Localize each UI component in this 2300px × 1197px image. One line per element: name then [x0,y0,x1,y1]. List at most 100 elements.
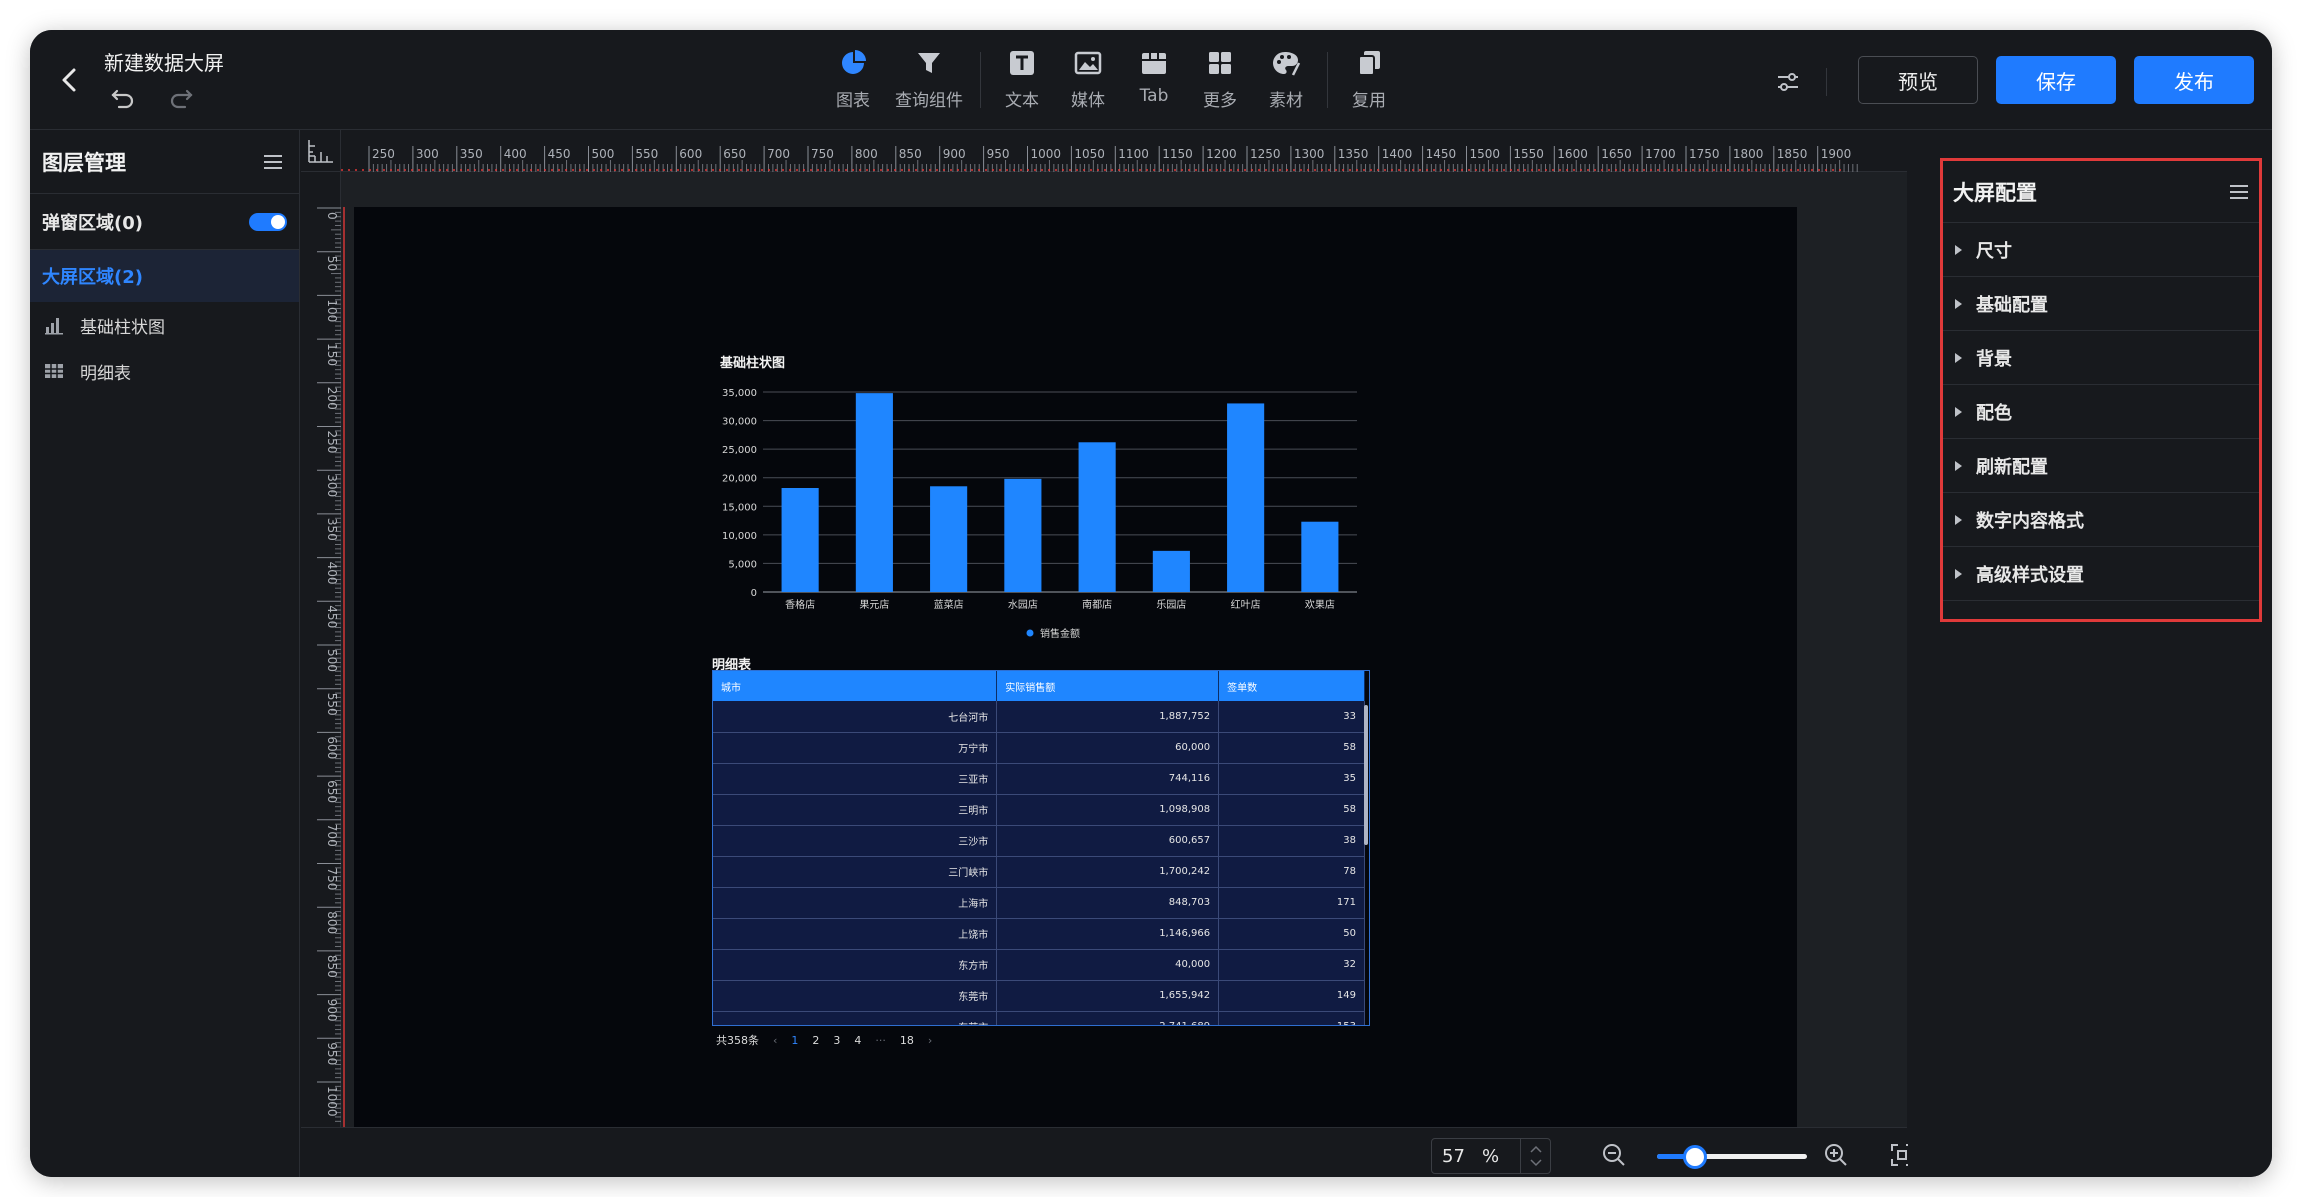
table-row[interactable]: 东莞市 1,655,942 149 [713,980,1365,1012]
ruler-label: 450 [325,605,339,628]
tool-chart[interactable]: 图表 [820,44,886,120]
tool-query[interactable]: 查询组件 [886,44,972,120]
zoom-slider[interactable] [1657,1145,1807,1169]
page-number[interactable]: 3 [833,1034,840,1047]
table-row[interactable]: 东方市 40,000 32 [713,949,1365,981]
publish-button[interactable]: 发布 [2134,56,2254,104]
table-header-row: 城市 实际销售额 签单数 [713,671,1365,701]
y-tick-label: 30,000 [722,417,757,428]
popup-area-toggle[interactable] [249,212,287,231]
table-cell: 78 [1218,856,1365,888]
y-tick-label: 15,000 [722,502,757,513]
sliders-settings-icon[interactable] [1772,66,1804,98]
table-row[interactable]: 七台河市 1,887,752 33 [713,701,1365,733]
config-panel-title: 大屏配置 [1953,180,2037,205]
table-row[interactable]: 东营市2,741,689153 [713,1011,1365,1025]
table-row[interactable]: 三门峡市 1,700,242 78 [713,856,1365,888]
undo-icon[interactable] [108,82,138,112]
config-section-colors[interactable]: 配色 [1943,385,2259,439]
redo-icon[interactable] [166,82,196,112]
table-cell: 上饶市 [713,918,998,950]
ruler-label: 400 [325,562,339,585]
menu-icon[interactable] [261,150,285,174]
column-header[interactable]: 签单数 [1218,671,1365,701]
page-number[interactable]: 18 [900,1034,914,1047]
page-number[interactable]: 4 [854,1034,861,1047]
ruler-label: 50 [325,256,339,271]
save-button[interactable]: 保存 [1996,56,2116,104]
x-tick-label: 水园店 [1008,598,1038,611]
popup-area-label: 弹窗区域(0) [42,212,143,234]
table-row[interactable]: 三亚市 744,116 35 [713,763,1365,795]
palette-icon [1271,48,1301,78]
prev-page-icon[interactable]: ‹ [773,1034,777,1047]
ruler-label: 1550 [1513,147,1544,161]
ruler-label: 550 [325,693,339,716]
config-section-size[interactable]: 尺寸 [1943,223,2259,277]
ruler-label: 300 [325,474,339,497]
caret-right-icon [1955,244,1962,255]
config-section-background[interactable]: 背景 [1943,331,2259,385]
page-ellipsis[interactable]: ··· [875,1034,886,1047]
back-arrow-icon[interactable] [52,62,88,98]
ruler-label: 700 [767,147,790,161]
config-section-refresh[interactable]: 刷新配置 [1943,439,2259,493]
ruler-label: 1750 [1689,147,1720,161]
tool-more[interactable]: 更多 [1187,44,1253,120]
zoom-input[interactable]: 57 % [1431,1138,1551,1174]
config-section-label: 基础配置 [1976,294,2048,316]
ruler-label: 350 [460,147,483,161]
table-row[interactable]: 上海市 848,703 171 [713,887,1365,919]
ruler-label: 1000 [1031,147,1062,161]
bar-chart-icon [44,315,64,335]
tool-reuse[interactable]: 复用 [1336,44,1402,120]
detail-table[interactable]: 城市 实际销售额 签单数 七台河市 1,887,752 33 万宁市 60,000 58… [712,670,1370,1026]
page-number[interactable]: 1 [791,1034,798,1047]
column-header[interactable]: 城市 [713,671,998,701]
ruler-label: 1350 [1338,147,1369,161]
next-page-icon[interactable]: › [928,1034,932,1047]
tool-material[interactable]: 素材 [1253,44,1319,120]
table-row[interactable]: 三沙市 600,657 38 [713,825,1365,857]
screen-area-row[interactable]: 大屏区域(2) [30,250,299,302]
table-row[interactable]: 三明市 1,098,908 58 [713,794,1365,826]
config-panel: 大屏配置 尺寸 基础配置 背景 配色 刷新配置 数字内容格式 高级样式设置 [1908,130,2272,1177]
page-title[interactable]: 新建数据大屏 [104,47,224,76]
toolbar-divider [1327,52,1328,108]
zoom-value[interactable]: 57 [1442,1146,1482,1167]
ruler-label: 1100 [1118,147,1149,161]
preview-button[interactable]: 预览 [1858,56,1978,104]
config-section-advanced-style[interactable]: 高级样式设置 [1943,547,2259,601]
table-cell: 东营市 [713,1011,998,1025]
zoom-out-icon[interactable] [1601,1142,1627,1168]
zoom-slider-thumb[interactable] [1682,1145,1707,1169]
table-scrollbar[interactable] [1364,705,1368,845]
popup-area-row[interactable]: 弹窗区域(0) [30,194,299,250]
tool-tab[interactable]: Tab [1121,44,1187,120]
menu-icon[interactable] [2227,180,2251,204]
layer-item-bar-chart[interactable]: 基础柱状图 [30,302,299,348]
table-row[interactable]: 万宁市 60,000 58 [713,732,1365,764]
page-number[interactable]: 2 [812,1034,819,1047]
layer-item-table[interactable]: 明细表 [30,348,299,394]
image-icon [1073,48,1103,78]
zoom-unit: % [1482,1145,1500,1167]
ruler-label: 650 [723,147,746,161]
ruler-label: 1500 [1470,147,1501,161]
bar-chart[interactable]: 0 5,000 10,000 15,000 20,000 25,000 30,000 35,0… [691,370,1371,650]
ruler-label: 1050 [1074,147,1105,161]
screen-config-box: 大屏配置 尺寸 基础配置 背景 配色 刷新配置 数字内容格式 高级样式设置 [1940,158,2262,622]
column-header[interactable]: 实际销售额 [996,671,1220,701]
ruler-label: 350 [325,518,339,541]
ruler-label: 250 [372,147,395,161]
layer-item-label: 明细表 [80,363,131,384]
zoom-stepper[interactable] [1520,1139,1550,1173]
table-row[interactable]: 上饶市 1,146,966 50 [713,918,1365,950]
table-cell: 171 [1218,887,1365,919]
config-section-basic[interactable]: 基础配置 [1943,277,2259,331]
zoom-in-icon[interactable] [1823,1142,1849,1168]
layer-panel-header: 图层管理 [30,130,299,194]
tool-media[interactable]: 媒体 [1055,44,1121,120]
config-section-number-format[interactable]: 数字内容格式 [1943,493,2259,547]
tool-text[interactable]: 文本 [989,44,1055,120]
